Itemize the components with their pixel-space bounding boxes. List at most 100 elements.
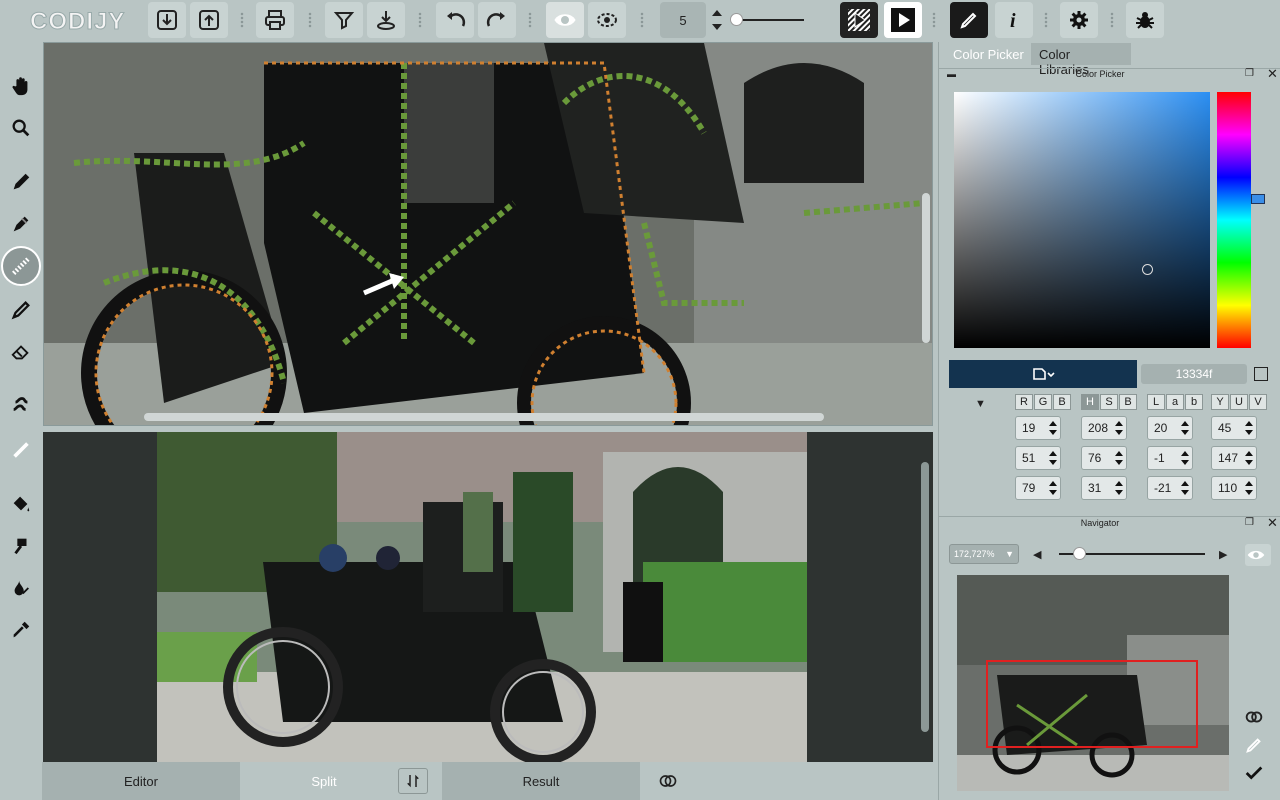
- lab-b-field[interactable]: -21: [1147, 476, 1193, 500]
- import-button[interactable]: [148, 2, 186, 38]
- dotted-brush-icon: [12, 257, 30, 275]
- navigator-eye-button[interactable]: [1245, 544, 1271, 566]
- marker-tool[interactable]: [3, 206, 39, 242]
- tab-result[interactable]: Result: [442, 762, 640, 800]
- hsb-value: 31: [1088, 481, 1102, 495]
- spinner-arrows-icon[interactable]: [1114, 449, 1123, 467]
- yuv-value: 147: [1218, 451, 1239, 465]
- spinner-arrows-icon[interactable]: [1048, 449, 1057, 467]
- mask-tool-button[interactable]: [325, 2, 363, 38]
- zigzag-icon: [13, 397, 28, 411]
- zoom-out-icon[interactable]: ◀: [1033, 548, 1041, 561]
- split-orientation-button[interactable]: [398, 768, 428, 794]
- pen-tool[interactable]: [3, 292, 39, 328]
- tab-split[interactable]: Split: [240, 762, 408, 800]
- bucket-tool[interactable]: [3, 486, 39, 522]
- navigator-float-icon[interactable]: ❐: [1245, 517, 1254, 528]
- eraser-tool[interactable]: [3, 334, 39, 370]
- spinner-arrows-icon[interactable]: [1180, 449, 1189, 467]
- export-button[interactable]: [190, 2, 228, 38]
- spinner-arrows-icon[interactable]: [1048, 479, 1057, 497]
- collapse-toggle-icon[interactable]: ▼: [975, 398, 986, 410]
- undo-button[interactable]: [436, 2, 474, 38]
- pan-tool[interactable]: [3, 68, 39, 104]
- zoom-select[interactable]: 172,727% ▼: [949, 544, 1019, 564]
- spinner-arrows-icon[interactable]: [1244, 449, 1253, 467]
- navigator-confirm-button[interactable]: [1243, 762, 1271, 786]
- brush-tool[interactable]: [3, 528, 39, 564]
- eye-icon: [1247, 550, 1265, 560]
- spinner-arrows-icon[interactable]: [1244, 419, 1253, 437]
- editor-image: [44, 43, 932, 425]
- navigator-close-icon[interactable]: ✕: [1267, 515, 1278, 531]
- brush-size-stepper[interactable]: [710, 4, 724, 36]
- lab-l-field[interactable]: 20: [1147, 416, 1193, 440]
- hue-slider[interactable]: [1217, 92, 1251, 348]
- tab-color-picker[interactable]: Color Picker: [945, 43, 1032, 65]
- print-button[interactable]: [256, 2, 294, 38]
- picker-mode-icon[interactable]: [1254, 367, 1268, 381]
- hsb-b-label: B: [1119, 394, 1137, 410]
- brush-size-value[interactable]: 5: [660, 2, 706, 38]
- spinner-arrows-icon[interactable]: [1114, 419, 1123, 437]
- rgb-b-field[interactable]: 79: [1015, 476, 1061, 500]
- eraser-icon: [11, 345, 29, 360]
- tools-sidebar: [0, 42, 42, 800]
- lab-a-field[interactable]: -1: [1147, 446, 1193, 470]
- spinner-arrows-icon[interactable]: [1180, 419, 1189, 437]
- edit-mode-button[interactable]: [950, 2, 988, 38]
- yuv-v-field[interactable]: 110: [1211, 476, 1257, 500]
- brush-size-slider-handle[interactable]: [730, 13, 743, 26]
- float-panel-icon[interactable]: ❐: [1245, 68, 1254, 79]
- settings-button[interactable]: [1060, 2, 1098, 38]
- redo-button[interactable]: [478, 2, 516, 38]
- spinner-arrows-icon[interactable]: [1244, 479, 1253, 497]
- tab-color-libraries[interactable]: Color Libraries: [1031, 43, 1131, 77]
- result-canvas[interactable]: [43, 432, 933, 762]
- rgb-r-field[interactable]: 19: [1015, 416, 1061, 440]
- spinner-arrows-icon[interactable]: [1180, 479, 1189, 497]
- link-views-button[interactable]: [652, 762, 684, 800]
- play-button[interactable]: [884, 2, 922, 38]
- hsb-s-field[interactable]: 76: [1081, 446, 1127, 470]
- zoom-in-icon[interactable]: ▶: [1219, 548, 1227, 561]
- line-tool[interactable]: [3, 432, 39, 468]
- hue-slider-handle[interactable]: [1251, 194, 1265, 204]
- navigator-link-button[interactable]: [1243, 706, 1271, 730]
- eyedropper-tool[interactable]: [3, 612, 39, 648]
- hide-strokes-button[interactable]: [588, 2, 626, 38]
- preview-button[interactable]: [840, 2, 878, 38]
- dotted-brush-tool[interactable]: [1, 246, 41, 286]
- hsb-b-field[interactable]: 31: [1081, 476, 1127, 500]
- navigator-thumbnail[interactable]: [957, 575, 1229, 791]
- close-panel-icon[interactable]: ✕: [1267, 66, 1278, 82]
- rgb-g-label: G: [1034, 394, 1052, 410]
- info-button[interactable]: i: [995, 2, 1033, 38]
- eyedropper-icon: [13, 621, 30, 638]
- rgb-g-field[interactable]: 51: [1015, 446, 1061, 470]
- zoom-tool[interactable]: [3, 110, 39, 146]
- tab-editor[interactable]: Editor: [42, 762, 240, 800]
- current-color-swatch[interactable]: [949, 360, 1137, 388]
- spinner-arrows-icon[interactable]: [1114, 479, 1123, 497]
- toggle-strokes-button[interactable]: [546, 2, 584, 38]
- editor-canvas[interactable]: [43, 42, 933, 426]
- navigator-pencil-button[interactable]: [1243, 734, 1271, 758]
- hex-field[interactable]: 13334f: [1141, 364, 1247, 384]
- debug-button[interactable]: [1126, 2, 1164, 38]
- spinner-arrows-icon[interactable]: [1048, 419, 1057, 437]
- color-cursor[interactable]: [1142, 264, 1153, 275]
- color-drop-tool[interactable]: [3, 570, 39, 606]
- result-scrollbar[interactable]: [921, 462, 929, 732]
- stroke-tool[interactable]: [3, 386, 39, 422]
- link-icon: [659, 775, 677, 787]
- yuv-y-field[interactable]: 45: [1211, 416, 1257, 440]
- eye-dashed-icon: [597, 13, 617, 27]
- pencil-tool[interactable]: [3, 164, 39, 200]
- fill-tool-button[interactable]: [367, 2, 405, 38]
- play-icon: [891, 8, 915, 32]
- hsb-h-field[interactable]: 208: [1081, 416, 1127, 440]
- saturation-brightness-field[interactable]: [954, 92, 1210, 348]
- yuv-u-field[interactable]: 147: [1211, 446, 1257, 470]
- zoom-slider-handle[interactable]: [1073, 547, 1086, 560]
